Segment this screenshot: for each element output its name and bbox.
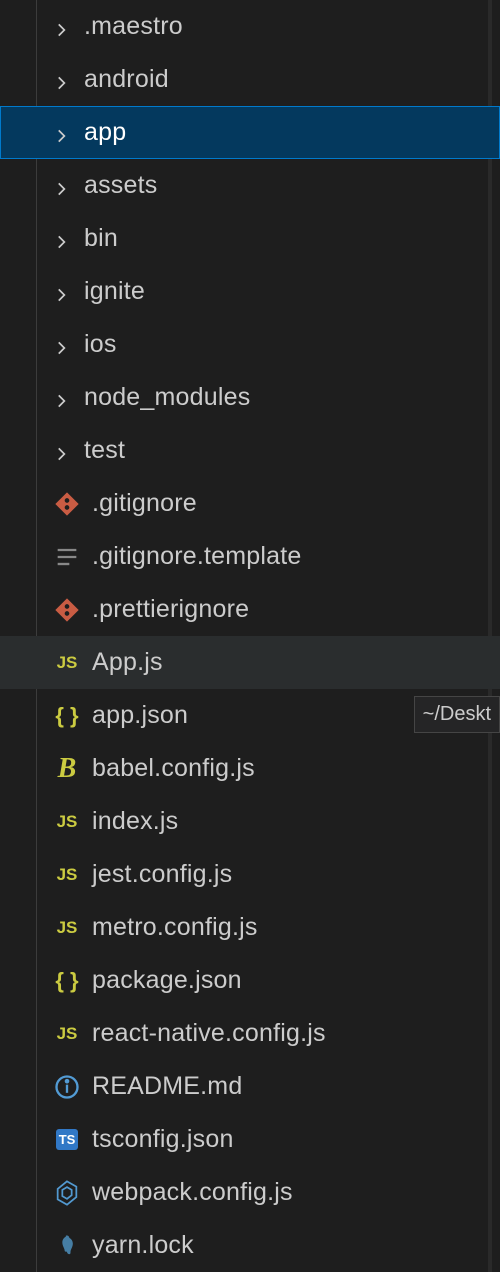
file-item[interactable]: JS App.js (0, 636, 500, 689)
json-icon: { } (52, 966, 82, 996)
file-item[interactable]: JS index.js (0, 795, 500, 848)
path-tooltip: ~/Deskt (414, 696, 500, 733)
git-icon (52, 595, 82, 625)
json-icon: { } (52, 701, 82, 731)
file-item[interactable]: yarn.lock (0, 1219, 500, 1272)
file-item[interactable]: JS react-native.config.js (0, 1007, 500, 1060)
git-icon (52, 489, 82, 519)
item-label: README.md (92, 1072, 242, 1101)
chevron-right-icon[interactable] (52, 336, 70, 354)
folder-item[interactable]: app (0, 106, 500, 159)
js-icon: JS (52, 648, 82, 678)
item-label: index.js (92, 807, 178, 836)
js-icon: JS (52, 807, 82, 837)
template-icon (52, 542, 82, 572)
item-label: babel.config.js (92, 754, 255, 783)
item-label: package.json (92, 966, 242, 995)
item-label: .gitignore.template (92, 542, 301, 571)
file-item[interactable]: JS metro.config.js (0, 901, 500, 954)
chevron-right-icon[interactable] (52, 18, 70, 36)
item-label: app (84, 118, 126, 147)
file-item[interactable]: TS tsconfig.json (0, 1113, 500, 1166)
item-label: react-native.config.js (92, 1019, 326, 1048)
item-label: app.json (92, 701, 188, 730)
readme-icon (52, 1072, 82, 1102)
item-label: jest.config.js (92, 860, 232, 889)
file-item[interactable]: .gitignore (0, 477, 500, 530)
item-label: metro.config.js (92, 913, 258, 942)
item-label: test (84, 436, 125, 465)
folder-item[interactable]: android (0, 53, 500, 106)
item-label: webpack.config.js (92, 1178, 293, 1207)
ts-icon: TS (52, 1125, 82, 1155)
chevron-right-icon[interactable] (52, 442, 70, 460)
item-label: .gitignore (92, 489, 197, 518)
file-item[interactable]: { } package.json (0, 954, 500, 1007)
item-label: .maestro (84, 12, 183, 41)
file-item[interactable]: .gitignore.template (0, 530, 500, 583)
chevron-right-icon[interactable] (52, 230, 70, 248)
file-explorer-tree: .maestro android app assets bin ignite ios node… (0, 0, 500, 1272)
js-icon: JS (52, 1019, 82, 1049)
folder-item[interactable]: ignite (0, 265, 500, 318)
yarn-icon (52, 1231, 82, 1261)
file-item[interactable]: JS jest.config.js (0, 848, 500, 901)
item-label: android (84, 65, 169, 94)
file-item[interactable]: Bbabel.config.js (0, 742, 500, 795)
file-item[interactable]: webpack.config.js (0, 1166, 500, 1219)
file-item[interactable]: README.md (0, 1060, 500, 1113)
chevron-right-icon[interactable] (52, 283, 70, 301)
item-label: assets (84, 171, 157, 200)
item-label: node_modules (84, 383, 250, 412)
folder-item[interactable]: node_modules (0, 371, 500, 424)
item-label: bin (84, 224, 118, 253)
js-icon: JS (52, 860, 82, 890)
folder-item[interactable]: .maestro (0, 0, 500, 53)
item-label: ignite (84, 277, 145, 306)
folder-item[interactable]: bin (0, 212, 500, 265)
folder-item[interactable]: ios (0, 318, 500, 371)
item-label: App.js (92, 648, 163, 677)
item-label: yarn.lock (92, 1231, 194, 1260)
file-item[interactable]: .prettierignore (0, 583, 500, 636)
babel-icon: B (52, 754, 82, 784)
chevron-right-icon[interactable] (52, 124, 70, 142)
item-label: .prettierignore (92, 595, 249, 624)
item-label: ios (84, 330, 117, 359)
folder-item[interactable]: test (0, 424, 500, 477)
js-icon: JS (52, 913, 82, 943)
item-label: tsconfig.json (92, 1125, 234, 1154)
chevron-right-icon[interactable] (52, 71, 70, 89)
chevron-right-icon[interactable] (52, 389, 70, 407)
webpack-icon (52, 1178, 82, 1208)
chevron-right-icon[interactable] (52, 177, 70, 195)
folder-item[interactable]: assets (0, 159, 500, 212)
